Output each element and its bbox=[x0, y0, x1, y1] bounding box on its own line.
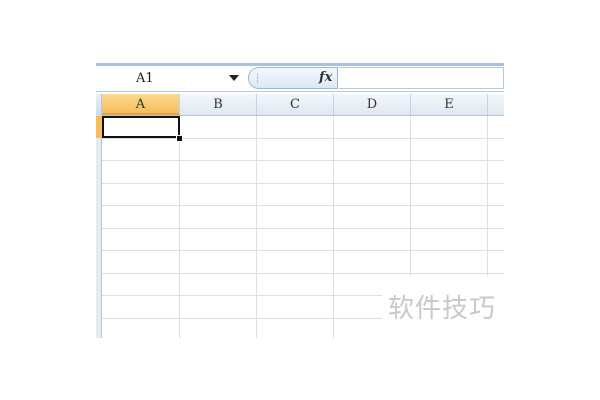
gridline-horizontal bbox=[102, 250, 504, 251]
gridline-horizontal bbox=[102, 138, 504, 139]
gridline-vertical bbox=[179, 116, 180, 338]
column-header-c[interactable]: C bbox=[257, 94, 334, 115]
formula-tools: fx bbox=[248, 67, 338, 89]
gridline-horizontal bbox=[102, 183, 504, 184]
gridline-vertical bbox=[256, 116, 257, 338]
spreadsheet-window: A1 fx A B C D E 软件技巧 bbox=[0, 0, 600, 400]
gridline-horizontal bbox=[102, 205, 504, 206]
insert-function-icon[interactable]: fx bbox=[319, 70, 332, 85]
gridline-horizontal bbox=[102, 160, 504, 161]
watermark-text: 软件技巧 bbox=[386, 288, 499, 325]
formula-bar: A1 fx bbox=[96, 66, 504, 92]
column-header-row: A B C D E bbox=[96, 94, 504, 116]
gridline-vertical bbox=[410, 116, 411, 276]
fill-handle[interactable] bbox=[176, 135, 183, 142]
splitter-grip-icon[interactable] bbox=[257, 74, 261, 83]
chevron-down-icon[interactable] bbox=[229, 75, 239, 81]
gridline-horizontal bbox=[102, 273, 504, 274]
name-box-value: A1 bbox=[136, 71, 154, 86]
gridline-horizontal bbox=[102, 228, 504, 229]
name-box[interactable]: A1 bbox=[96, 66, 244, 90]
active-cell-a1[interactable] bbox=[102, 116, 180, 138]
formula-input[interactable] bbox=[339, 67, 504, 89]
column-header-f-partial[interactable] bbox=[488, 94, 504, 115]
column-header-e[interactable]: E bbox=[411, 94, 488, 115]
column-header-d[interactable]: D bbox=[334, 94, 411, 115]
gridline-horizontal bbox=[102, 295, 382, 296]
gridline-horizontal bbox=[102, 318, 382, 319]
gridline-vertical bbox=[487, 116, 488, 276]
gridline-vertical bbox=[333, 116, 334, 338]
column-header-a[interactable]: A bbox=[102, 94, 180, 115]
column-header-b[interactable]: B bbox=[180, 94, 257, 115]
